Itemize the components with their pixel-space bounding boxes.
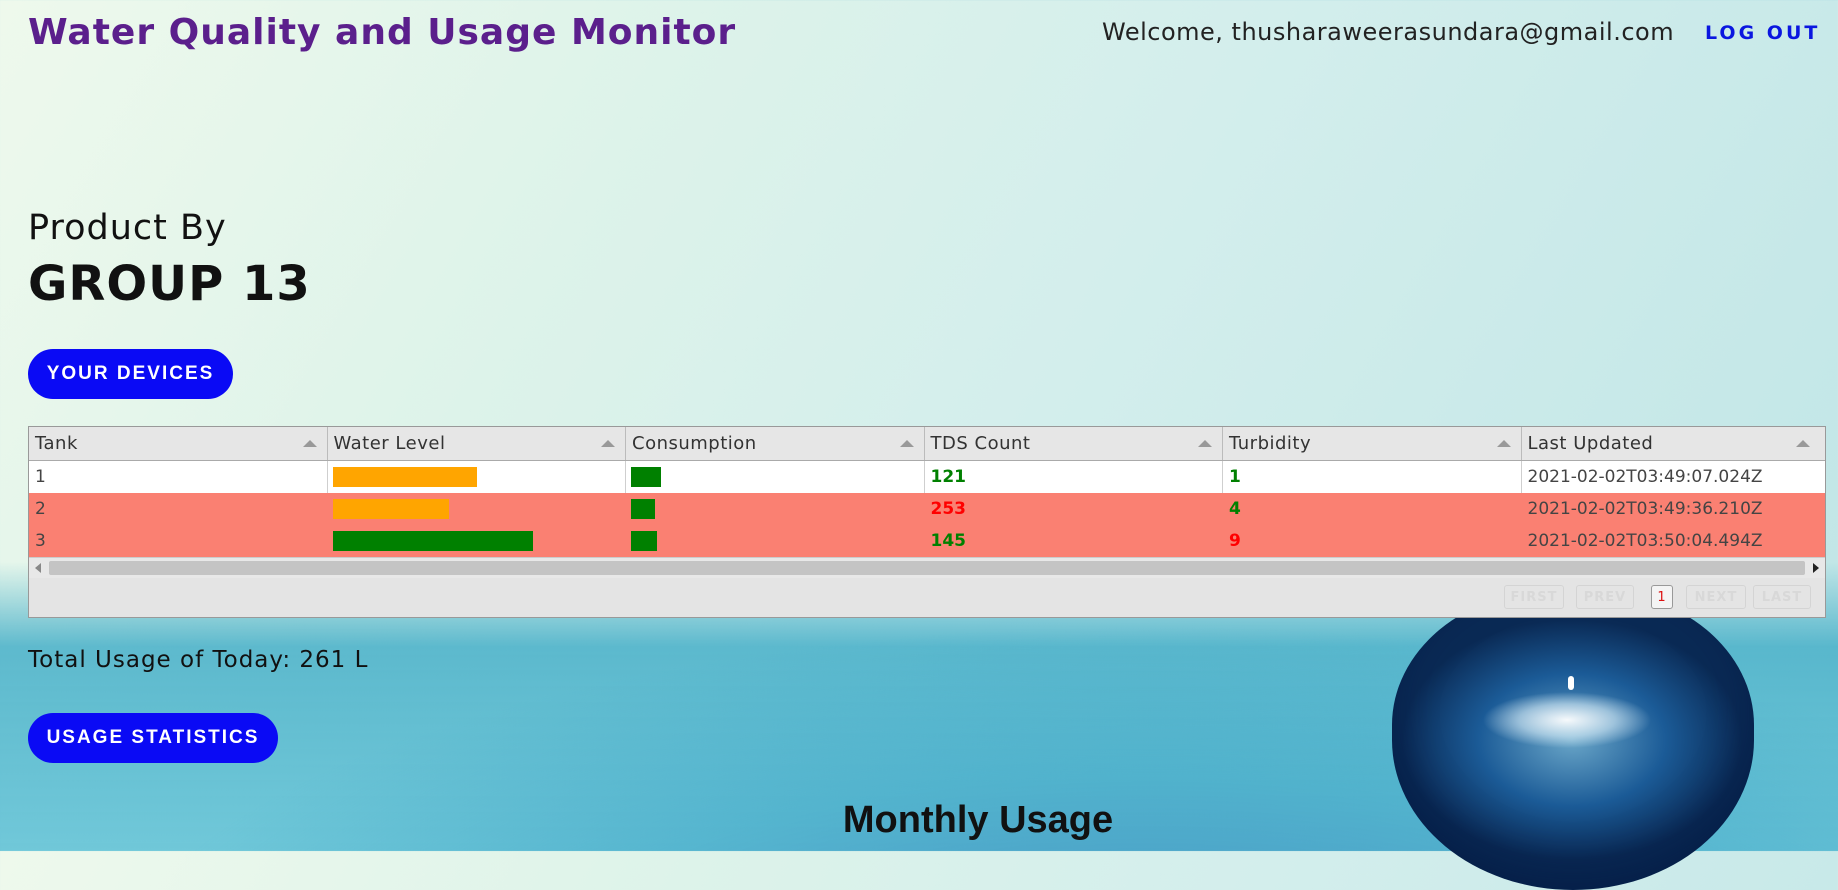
total-usage-today: Total Usage of Today: 261 L — [28, 647, 369, 673]
cell-turbidity: 9 — [1229, 531, 1241, 551]
your-devices-button[interactable]: YOUR DEVICES — [28, 349, 233, 399]
cell-last-updated: 2021-02-02T03:49:07.024Z — [1527, 467, 1763, 487]
devices-table: Tank Water Level Consumption TDS Count T… — [28, 426, 1826, 618]
group-name: GROUP 13 — [28, 256, 311, 312]
consumption-bar — [631, 499, 655, 519]
column-header-label: Consumption — [632, 433, 757, 454]
cell-consumption — [626, 493, 925, 525]
table-header: Tank Water Level Consumption TDS Count T… — [29, 427, 1825, 461]
cell-water-level — [328, 493, 627, 525]
scroll-left-arrow-icon[interactable] — [35, 563, 41, 573]
sort-arrow-icon[interactable] — [899, 440, 914, 447]
cell-tds-count: 121 — [925, 461, 1223, 493]
sort-arrow-icon[interactable] — [302, 440, 317, 447]
pager-next-button[interactable]: NEXT — [1686, 585, 1746, 609]
cell-water-level — [328, 461, 626, 493]
app-title: Water Quality and Usage Monitor — [28, 12, 737, 53]
cell-tank: 2 — [35, 499, 46, 519]
scrollbar-thumb[interactable] — [49, 561, 1805, 575]
table-row[interactable]: 3 145 9 2021-02-02T03:50:04.494Z — [29, 525, 1825, 557]
logout-link[interactable]: LOG OUT — [1705, 22, 1820, 44]
column-header-label: Turbidity — [1229, 433, 1312, 454]
cell-tank: 1 — [29, 461, 328, 493]
table-row[interactable]: 1 121 1 2021-02-02T03:49:07.024Z — [29, 461, 1825, 493]
pager-first-button[interactable]: FIRST — [1504, 585, 1564, 609]
cell-tds-count: 253 — [930, 499, 967, 519]
sort-arrow-icon[interactable] — [1796, 440, 1810, 447]
cell-tds-count: 145 — [930, 531, 967, 551]
column-header-label: TDS Count — [930, 433, 1031, 454]
water-drop-image — [1392, 590, 1754, 890]
horizontal-scrollbar[interactable] — [29, 557, 1825, 578]
sort-arrow-icon[interactable] — [1496, 440, 1511, 447]
sort-arrow-icon[interactable] — [1198, 440, 1212, 447]
pager-current-page[interactable]: 1 — [1651, 585, 1673, 609]
cell-consumption — [626, 461, 925, 493]
consumption-bar — [631, 467, 661, 487]
monthly-usage-heading: Monthly Usage — [842, 799, 1114, 841]
water-level-bar — [332, 499, 449, 519]
column-header-turbidity[interactable]: Turbidity — [1223, 427, 1522, 460]
column-header-last-updated[interactable]: Last Updated — [1522, 427, 1821, 460]
cell-turbidity: 1 — [1223, 461, 1522, 493]
consumption-bar — [631, 531, 657, 551]
water-level-bar — [332, 467, 477, 487]
column-header-label: Tank — [35, 433, 78, 454]
column-header-consumption[interactable]: Consumption — [626, 427, 925, 460]
cell-turbidity: 4 — [1229, 499, 1241, 519]
column-header-label: Water Level — [333, 433, 446, 454]
cell-tank: 3 — [35, 531, 46, 551]
scroll-right-arrow-icon[interactable] — [1813, 563, 1819, 573]
pager-prev-button[interactable]: PREV — [1576, 585, 1634, 609]
cell-water-level — [328, 525, 627, 557]
column-header-label: Last Updated — [1527, 433, 1654, 454]
drop-highlight — [1568, 676, 1574, 690]
sort-arrow-icon[interactable] — [601, 440, 615, 447]
cell-last-updated: 2021-02-02T03:49:36.210Z — [1527, 499, 1763, 519]
cell-consumption — [626, 525, 925, 557]
water-level-bar — [332, 531, 533, 551]
pagination: FIRST PREV 1 NEXT LAST — [29, 578, 1825, 618]
table-row[interactable]: 2 253 4 2021-02-02T03:49:36.210Z — [29, 493, 1825, 525]
column-header-water-level[interactable]: Water Level — [328, 427, 626, 460]
cell-last-updated: 2021-02-02T03:50:04.494Z — [1527, 531, 1763, 551]
column-header-tank[interactable]: Tank — [29, 427, 328, 460]
column-header-tds-count[interactable]: TDS Count — [925, 427, 1223, 460]
table-body: 1 121 1 2021-02-02T03:49:07.024Z 2 253 4… — [29, 461, 1825, 557]
product-by-label: Product By — [28, 208, 227, 248]
pager-last-button[interactable]: LAST — [1753, 585, 1811, 609]
welcome-message: Welcome, thusharaweerasundara@gmail.com — [1102, 18, 1675, 46]
usage-statistics-button[interactable]: USAGE STATISTICS — [28, 713, 278, 763]
